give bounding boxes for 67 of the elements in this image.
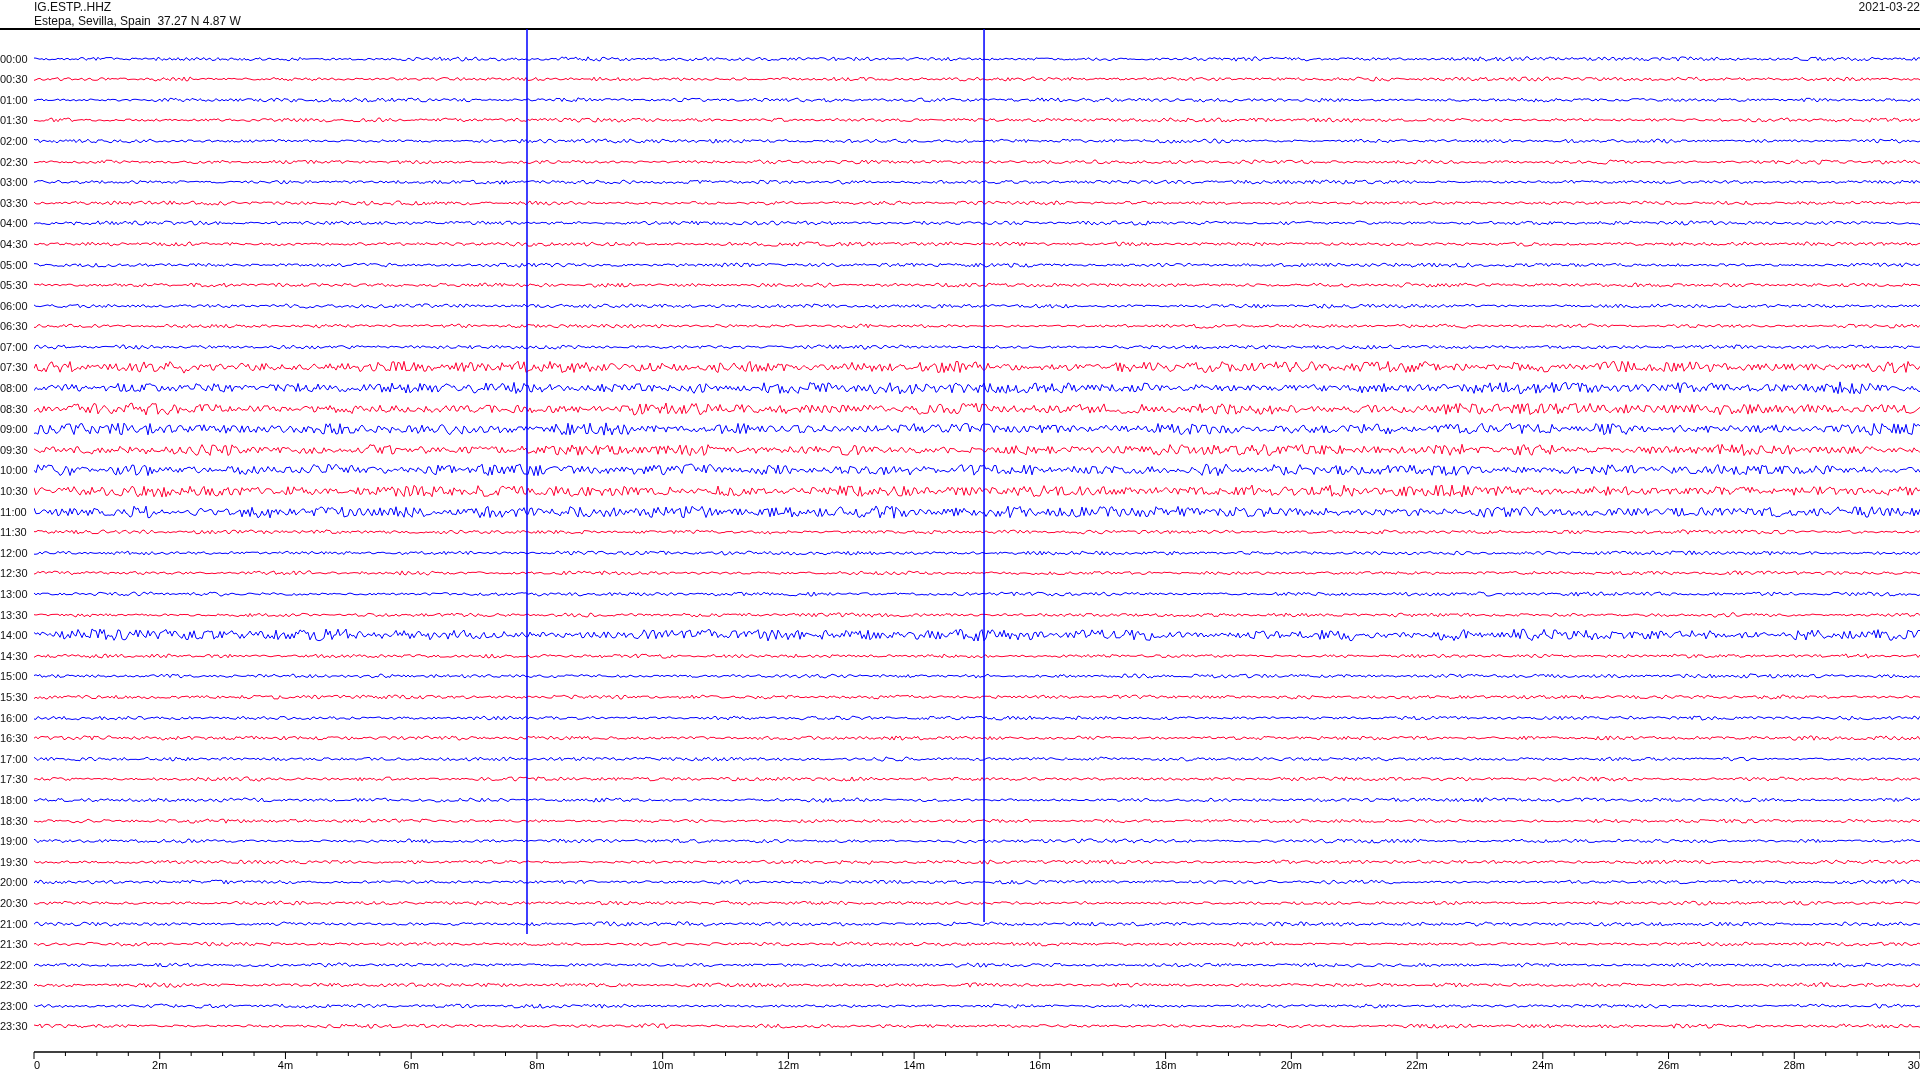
time-label: 06:00 — [0, 299, 29, 312]
time-label: 02:30 — [0, 155, 29, 168]
time-label: 06:30 — [0, 320, 29, 333]
time-label: 10:30 — [0, 485, 29, 498]
time-label: 17:30 — [0, 773, 29, 786]
time-label: 04:00 — [0, 217, 29, 230]
time-label: 20:30 — [0, 896, 29, 909]
axis-tick-label: 14m — [903, 1058, 925, 1071]
axis-tick-label: 26m — [1657, 1058, 1680, 1071]
axis-tick-label: 20m — [1280, 1058, 1303, 1071]
axis-tick-label: 10m — [651, 1058, 674, 1071]
time-label: 23:00 — [0, 999, 29, 1012]
time-label: 18:30 — [0, 814, 29, 827]
time-label: 05:30 — [0, 279, 29, 292]
axis-tick-label: 8m — [529, 1058, 545, 1071]
time-label: 13:00 — [0, 588, 29, 600]
time-label: 03:30 — [0, 196, 29, 209]
time-label: 05:00 — [0, 258, 29, 271]
axis-tick-label: 12m — [777, 1058, 800, 1071]
date-label: 2021-03-22 — [1858, 0, 1920, 16]
time-label: 15:00 — [0, 670, 29, 683]
time-label: 00:00 — [0, 52, 29, 65]
time-label: 07:30 — [0, 361, 29, 374]
time-label: 08:00 — [0, 382, 29, 395]
time-label: 17:00 — [0, 752, 29, 765]
time-label: 22:00 — [0, 958, 29, 971]
station-location: Estepa, Sevilla, Spain 37.27 N 4.87 W — [34, 14, 241, 28]
time-label: 08:30 — [0, 402, 29, 415]
time-label: 01:00 — [0, 93, 29, 106]
time-label: 20:00 — [0, 876, 29, 889]
axis-tick-label: 4m — [277, 1058, 294, 1071]
axis-tick-label: 6m — [403, 1058, 419, 1071]
time-label: 23:30 — [0, 1020, 29, 1033]
time-label: 11:30 — [0, 526, 28, 539]
time-label: 12:00 — [0, 546, 29, 559]
axis-tick-label: 30 — [1907, 1058, 1920, 1071]
time-label: 15:30 — [0, 690, 29, 703]
time-label: 14:00 — [0, 629, 29, 642]
time-label: 02:00 — [0, 134, 29, 147]
time-label: 21:00 — [0, 917, 29, 930]
time-label: 16:30 — [0, 732, 29, 745]
time-label: 21:30 — [0, 938, 29, 951]
axis-tick-label: 22m — [1406, 1058, 1428, 1071]
time-label: 14:30 — [0, 649, 29, 662]
time-label: 11:00 — [0, 505, 28, 518]
time-label: 19:30 — [0, 855, 29, 868]
time-label: 09:00 — [0, 423, 29, 436]
time-label: 18:00 — [0, 793, 29, 806]
time-label: 04:30 — [0, 237, 29, 250]
time-label: 07:00 — [0, 340, 29, 353]
axis-tick-label: 28m — [1783, 1058, 1805, 1071]
time-label: 13:30 — [0, 608, 29, 621]
time-label: 22:30 — [0, 979, 29, 992]
time-label: 00:30 — [0, 73, 29, 86]
time-label: 12:30 — [0, 567, 29, 580]
axis-tick-label: 18m — [1154, 1058, 1177, 1071]
time-label: 01:30 — [0, 114, 29, 127]
time-label: 03:00 — [0, 176, 29, 189]
time-label: 10:00 — [0, 464, 29, 477]
time-label: 16:00 — [0, 711, 29, 724]
time-label: 09:30 — [0, 443, 29, 456]
axis-tick-label: 0 — [34, 1058, 41, 1071]
axis-tick-label: 16m — [1029, 1058, 1051, 1071]
time-label: 19:00 — [0, 835, 29, 848]
axis-tick-label: 2m — [152, 1058, 168, 1071]
axis-tick-label: 24m — [1532, 1058, 1554, 1071]
station-code: IG.ESTP..HHZ — [34, 0, 113, 14]
